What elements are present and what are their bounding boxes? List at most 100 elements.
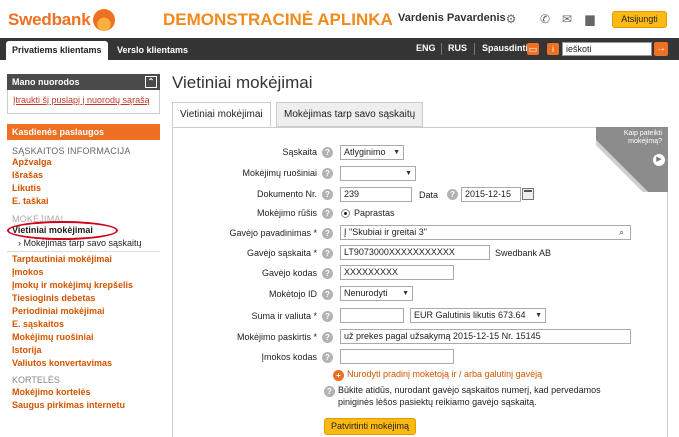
help-icon[interactable]: ? <box>322 147 333 158</box>
payee-name-input[interactable]: Į "Skubiai ir greitai 3" <box>340 225 631 240</box>
sidebar-item-statement[interactable]: Išrašas <box>7 169 160 182</box>
payee-name-label: Gavėjo pavadinimas * <box>229 228 317 238</box>
warning-text: Būkite atidūs, nurodant gavėjo sąskaitos… <box>338 385 601 407</box>
help-icon[interactable]: ? <box>322 311 333 322</box>
play-icon[interactable]: ▶ <box>653 154 665 166</box>
tab-local-payments[interactable]: Vietiniai mokėjimai <box>172 102 271 127</box>
section-cards: KORTELĖS <box>12 375 60 385</box>
phone-icon[interactable]: ✆ <box>538 12 552 26</box>
currency-select[interactable]: EUR Galutinis likutis 673.64 ▼ <box>410 308 546 323</box>
print-icon[interactable]: ▭ <box>527 43 539 55</box>
logo-text: Swedbank <box>8 10 91 29</box>
sidebar-item-currency-exchange[interactable]: Valiutos konvertavimas <box>7 357 160 370</box>
date-label: Data <box>419 190 439 200</box>
tab-between-accounts[interactable]: Mokėjimas tarp savo sąskaitų <box>276 102 424 127</box>
payee-code-input[interactable]: XXXXXXXXX <box>340 265 454 280</box>
section-account-info: SĄSKAITOS INFORMACIJA <box>12 146 131 156</box>
help-corner[interactable]: Kaip pateikti mokėjimą? ▶ <box>596 127 668 192</box>
mail-icon[interactable]: ✉ <box>560 12 574 26</box>
sidebar-item-e-points[interactable]: E. taškai <box>7 195 160 208</box>
currency-select-value: EUR Galutinis likutis 673.64 <box>414 310 526 320</box>
sidebar-item-basket[interactable]: Įmokų ir mokėjimų krepšelis <box>7 279 160 292</box>
main-nav-bar: Privatiems klientams Verslo klientams EN… <box>0 38 679 60</box>
payment-code-label: Įmokos kodas <box>261 352 317 362</box>
template-select[interactable]: ▼ <box>340 166 416 181</box>
account-select[interactable]: Atlyginimo ▼ <box>340 145 404 160</box>
logout-button[interactable]: Atsijungti <box>612 11 667 28</box>
help-icon[interactable]: ? <box>322 332 333 343</box>
sidebar-item-periodic[interactable]: Periodiniai mokėjimai <box>7 305 160 318</box>
purpose-input[interactable]: už prekes pagal užsakymą 2015-12-15 Nr. … <box>340 329 631 344</box>
daily-services-header[interactable]: Kasdienės paslaugos <box>7 124 160 140</box>
help-icon[interactable]: ? <box>322 248 333 259</box>
search-input[interactable]: ieškoti <box>562 42 652 56</box>
corner-help-text: Kaip pateikti mokėjimą? <box>623 130 662 145</box>
nav-divider <box>441 43 442 55</box>
specify-payer-link[interactable]: Nurodyti pradinį mokėtoją ir / arba galu… <box>347 369 542 379</box>
sidebar-item-history[interactable]: Istorija <box>7 344 160 357</box>
tab-private-clients[interactable]: Privatiems klientams <box>6 41 108 60</box>
help-icon[interactable]: ? <box>322 289 333 300</box>
tab-business-clients[interactable]: Verslo klientams <box>111 41 194 60</box>
demo-environment-title: DEMONSTRACINĖ APLINKA <box>163 10 393 29</box>
date-input[interactable]: 2015-12-15 <box>461 187 521 202</box>
divider <box>7 251 160 252</box>
plus-icon[interactable]: + <box>333 370 344 381</box>
calendar-icon[interactable] <box>522 188 534 200</box>
payer-id-select[interactable]: Nenurodyti ▼ <box>340 286 413 301</box>
template-label: Mokėjimų ruošiniai <box>242 168 317 178</box>
my-links-title: Mano nuorodos <box>12 77 80 87</box>
sidebar-item-balance[interactable]: Likutis <box>7 182 160 195</box>
chevron-down-icon: ▼ <box>402 290 409 297</box>
search-go-button[interactable]: → <box>654 42 668 56</box>
my-links-header: Mano nuorodos ⌃ <box>7 74 160 90</box>
payment-type-value: Paprastas <box>354 208 395 218</box>
payer-id-label: Mokėtojo ID <box>268 289 317 299</box>
print-link[interactable]: Spausdinti <box>482 43 528 53</box>
chevron-down-icon: ▼ <box>405 170 412 177</box>
collapse-icon[interactable]: ⌃ <box>145 76 157 88</box>
help-icon[interactable]: ? <box>322 352 333 363</box>
top-header: Swedbank DEMONSTRACINĖ APLINKA Vardenis … <box>0 0 679 38</box>
doc-number-label: Dokumento Nr. <box>256 189 317 199</box>
help-icon[interactable]: ? <box>322 168 333 179</box>
payee-bank-name: Swedbank AB <box>495 248 552 258</box>
add-link-link[interactable]: Įtraukti šį puslapį į nuorodų sąrašą <box>7 90 160 114</box>
sidebar-item-payment-cards[interactable]: Mokėjimo kortelės <box>7 386 160 399</box>
highlight-ellipse <box>7 221 118 240</box>
swedbank-logo[interactable]: Swedbank <box>8 9 116 31</box>
lang-eng-link[interactable]: ENG <box>416 43 436 53</box>
sidebar-item-payments-in[interactable]: Įmokos <box>7 266 160 279</box>
sidebar-item-templates[interactable]: Mokėjimų ruošiniai <box>7 331 160 344</box>
sidebar-item-direct-debit[interactable]: Tiesioginis debetas <box>7 292 160 305</box>
account-label: Sąskaita <box>282 147 317 157</box>
payment-code-input[interactable] <box>340 349 454 364</box>
info-icon: ? <box>324 386 335 397</box>
help-icon[interactable]: ? <box>322 228 333 239</box>
payee-account-input[interactable]: LT9073000XXXXXXXXXXX <box>340 245 490 260</box>
help-icon[interactable]: ? <box>322 189 333 200</box>
amount-input[interactable] <box>340 308 404 323</box>
help-icon[interactable]: ? <box>322 268 333 279</box>
payee-code-label: Gavėjo kodas <box>261 268 317 278</box>
sidebar-item-e-invoices[interactable]: E. sąskaitos <box>7 318 160 331</box>
sidebar-item-secure-shopping[interactable]: Saugus pirkimas internetu <box>7 399 160 412</box>
sidebar-item-international[interactable]: Tarptautiniai mokėjimai <box>7 253 160 266</box>
sidebar-item-local-payments[interactable]: Vietiniai mokėjimai <box>7 221 160 240</box>
help-icon[interactable]: ? <box>322 208 333 219</box>
sidebar: Mano nuorodos ⌃ Įtraukti šį puslapį į nu… <box>7 74 160 412</box>
help-icon[interactable]: ? <box>447 189 458 200</box>
payment-type-label: Mokėjimo rūšis <box>256 208 317 218</box>
account-select-value: Atlyginimo <box>344 147 386 157</box>
sidebar-item-overview[interactable]: Apžvalga <box>7 156 160 169</box>
lang-rus-link[interactable]: RUS <box>448 43 467 53</box>
info-icon[interactable]: i <box>547 43 559 55</box>
logo-sun-icon <box>93 9 116 31</box>
doc-number-input[interactable]: 239 <box>340 187 412 202</box>
chat-icon[interactable]: ▆ <box>583 12 597 26</box>
gear-icon[interactable]: ⚙ <box>504 12 518 26</box>
search-icon[interactable]: ⌕ <box>619 227 624 238</box>
purpose-label: Mokėjimo paskirtis * <box>236 332 317 342</box>
confirm-payment-button[interactable]: Patvirtinti mokėjimą <box>324 418 416 435</box>
payment-type-radio[interactable] <box>341 209 350 218</box>
